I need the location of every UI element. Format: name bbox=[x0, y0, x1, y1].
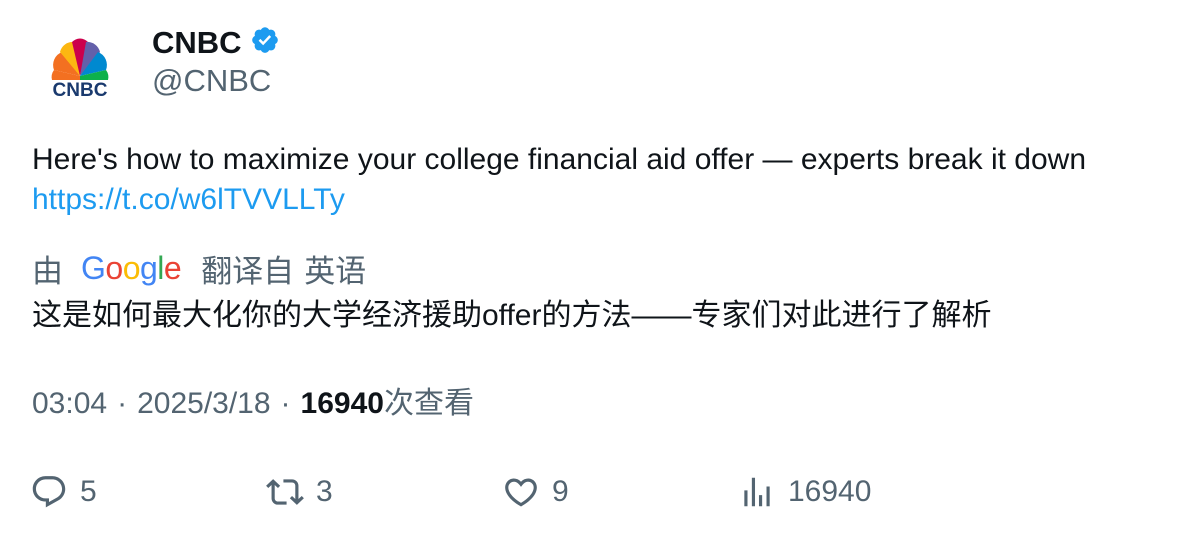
reply-icon bbox=[32, 476, 66, 508]
svg-text:CNBC: CNBC bbox=[53, 80, 108, 101]
views-button[interactable]: 16940 bbox=[738, 470, 871, 514]
retweet-count: 3 bbox=[316, 475, 333, 508]
reply-button[interactable]: 5 bbox=[30, 470, 97, 514]
meta-separator: · bbox=[280, 387, 291, 420]
tweet-body: Here's how to maximize your college fina… bbox=[32, 143, 1086, 176]
author-name-row[interactable]: CNBC bbox=[152, 20, 280, 64]
views-count: 16940 bbox=[300, 387, 384, 420]
tweet-date[interactable]: 2025/3/18 bbox=[137, 382, 270, 426]
translation-attribution: 由 Google 翻译自 英语 bbox=[32, 246, 366, 290]
translated-from-label: 翻译自 bbox=[201, 253, 295, 289]
translated-by-label: 由 bbox=[32, 253, 63, 289]
author-handle[interactable]: @CNBC bbox=[152, 62, 271, 99]
tweet-text: Here's how to maximize your college fina… bbox=[32, 140, 1172, 220]
views-action-count: 16940 bbox=[788, 475, 872, 508]
google-logo: Google bbox=[81, 249, 182, 286]
avatar[interactable]: CNBC bbox=[32, 24, 128, 120]
tweet-link[interactable]: https://t.co/w6lTVVLLTy bbox=[32, 180, 1172, 220]
like-button[interactable]: 9 bbox=[502, 470, 569, 514]
tweet-meta: 03:04 · 2025/3/18 · 16940 次查看 bbox=[32, 382, 474, 426]
source-language: 英语 bbox=[304, 253, 367, 289]
tweet-time[interactable]: 03:04 bbox=[32, 382, 107, 426]
meta-separator: · bbox=[117, 387, 128, 420]
translated-text: 这是如何最大化你的大学经济援助offer的方法——专家们对此进行了解析 bbox=[32, 299, 992, 332]
views-label: 次查看 bbox=[383, 387, 474, 420]
display-name[interactable]: CNBC bbox=[152, 27, 242, 58]
reply-count: 5 bbox=[80, 475, 97, 508]
verified-badge-icon bbox=[250, 25, 280, 60]
like-count: 9 bbox=[552, 475, 569, 508]
heart-icon bbox=[505, 478, 537, 507]
action-bar: 5 3 9 16940 bbox=[30, 470, 1170, 514]
analytics-icon bbox=[744, 477, 770, 507]
retweet-button[interactable]: 3 bbox=[266, 470, 333, 514]
cnbc-logo-icon: CNBC bbox=[51, 38, 109, 101]
retweet-icon bbox=[266, 479, 304, 505]
